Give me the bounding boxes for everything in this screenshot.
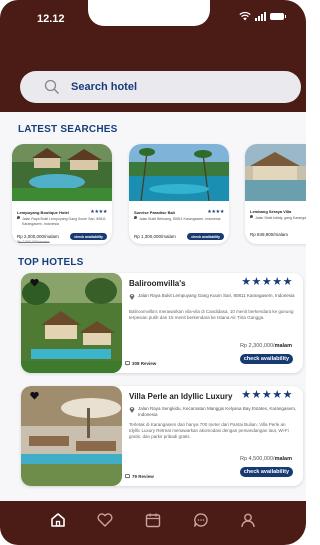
latest-search-card[interactable]: Lempuyang Boutique Hotel ★★★★ Jalan Raya… [12, 144, 112, 244]
price-unit: malam [274, 456, 292, 462]
heart-icon[interactable] [30, 278, 39, 287]
hotel-address: Jalan Raya Sengkidu, Kecamatan Manggis K… [138, 406, 297, 417]
latest-search-card[interactable]: Lembang Seraya Villa Jalan Selat Istiaty… [245, 144, 306, 244]
hotel-price: Rp 4,500,000/malam [240, 456, 292, 462]
location-pin-icon [129, 294, 135, 300]
card-address: Jalan Bukit Bebuang, 80811 Karangasem, I… [129, 215, 229, 229]
bottom-nav [0, 501, 306, 545]
card-price: Rp 1,300,000/malam [134, 234, 176, 239]
card-name: Lempuyang Boutique Hotel [17, 209, 69, 215]
card-name: Sunrise Paradise Bali [134, 209, 175, 215]
header: 12.12 Search hotel [0, 0, 306, 112]
nav-bookings[interactable] [142, 509, 164, 531]
card-price: Rp 849,900/malam [250, 232, 289, 237]
calendar-icon [145, 513, 161, 528]
card-address: Jalan Raya Bukit Lempuyang Gang Kuum Sar… [12, 215, 112, 229]
signal-icon [255, 11, 266, 21]
hotel-image [245, 144, 306, 201]
check-availability-button[interactable]: check availability [187, 233, 224, 240]
price-value: Rp 2,300,000/ [240, 343, 275, 349]
hotel-name: Baliroomvilla's [129, 279, 186, 288]
notch [88, 0, 210, 26]
hotel-address: Jalan Raya Bukit Lempuyang Gang Kuum Sar… [138, 293, 295, 298]
heart-icon [97, 513, 113, 527]
hotel-name: Villa Perle an Idyllic Luxury [129, 392, 233, 401]
card-address: Jalan Selat Istiaty, gang Karangasem, In… [245, 214, 306, 228]
hotel-description: Baliroomvilla's merawarkan vila-vila di … [129, 309, 294, 320]
review-count[interactable]: 308 Review [125, 361, 156, 366]
hotel-image [12, 144, 112, 201]
check-availability-button[interactable]: check availability [239, 354, 293, 364]
review-label: 308 Review [132, 361, 157, 366]
battery-icon [270, 12, 286, 20]
card-old-price: Rp 2,500,000/malam [17, 240, 50, 244]
hotel-description: Terletak di Karangasem dan hanya 700 met… [129, 422, 289, 439]
hotel-card[interactable]: Villa Perle an Idyllic Luxury ★★★★★ Jala… [21, 386, 303, 486]
price-unit: malam [274, 343, 292, 349]
latest-searches-list: Lempuyang Boutique Hotel ★★★★ Jalan Raya… [12, 144, 306, 244]
wifi-icon [239, 11, 251, 21]
status-time: 12.12 [37, 13, 65, 25]
heart-icon[interactable] [30, 391, 39, 400]
top-hotels-title: TOP HOTELS [18, 257, 84, 268]
search-placeholder: Search hotel [71, 81, 138, 93]
hotel-image [129, 144, 229, 202]
home-icon [50, 513, 65, 527]
price-value: Rp 4,500,000/ [240, 456, 275, 462]
location-pin-icon [129, 407, 135, 413]
nav-profile[interactable] [237, 509, 259, 531]
search-input[interactable]: Search hotel [20, 71, 301, 103]
check-availability-button[interactable]: check availability [70, 233, 107, 240]
star-rating: ★★★★★ [241, 389, 293, 401]
nav-chat[interactable] [190, 509, 212, 531]
search-icon [44, 79, 59, 94]
hotel-card[interactable]: Baliroomvilla's ★★★★★ Jalan Raya Bukit L… [21, 273, 303, 373]
hotel-image [21, 273, 122, 373]
card-price: Rp 2,000,000/malam [17, 234, 59, 239]
check-availability-button[interactable]: check availability [239, 467, 293, 477]
nav-favorites[interactable] [94, 509, 116, 531]
nav-home[interactable] [47, 509, 69, 531]
status-icons [239, 11, 286, 21]
review-icon [125, 474, 130, 479]
latest-searches-title: LATEST SEARCHES [18, 124, 118, 135]
phone-screen: 12.12 Search hotel LATEST SEARCHES Lempu… [0, 0, 306, 545]
review-icon [125, 361, 130, 366]
hotel-image [21, 386, 122, 486]
latest-search-card[interactable]: Sunrise Paradise Bali ★★★★ Jalan Bukit B… [129, 144, 229, 244]
review-label: 79 Review [132, 474, 154, 479]
profile-icon [241, 513, 255, 528]
review-count[interactable]: 79 Review [125, 474, 154, 479]
hotel-price: Rp 2,300,000/malam [240, 343, 292, 349]
chat-icon [193, 513, 208, 527]
star-rating: ★★★★★ [241, 276, 293, 288]
